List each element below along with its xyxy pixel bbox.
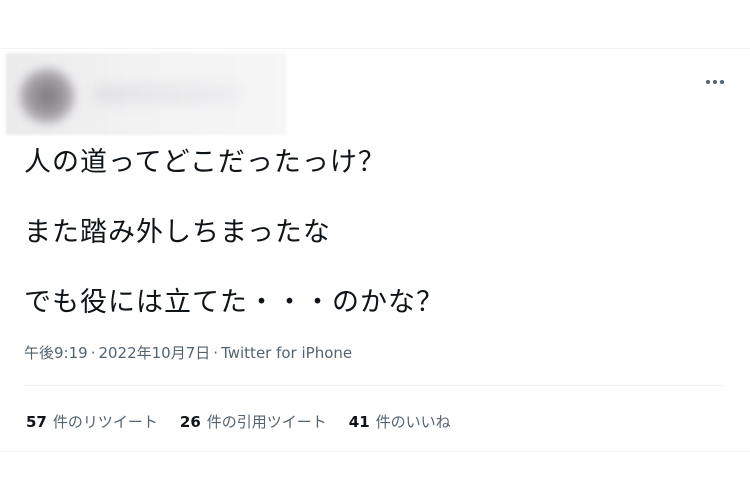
likes-stat[interactable]: 41 件のいいね bbox=[349, 411, 451, 432]
quote-tweets-label: 件の引用ツイート bbox=[206, 413, 327, 431]
tweet-timestamp-link[interactable]: 午後9:19 · 2022年10月7日 bbox=[24, 344, 210, 362]
blurred-avatar bbox=[18, 67, 76, 125]
more-horizontal-icon bbox=[706, 80, 724, 84]
tweet-line: でも役には立てた・・・のかな？ bbox=[24, 287, 444, 318]
divider bbox=[24, 385, 726, 386]
tweet-line: また踏み外しちまったな bbox=[24, 217, 331, 248]
likes-count: 41 bbox=[348, 413, 370, 431]
tweet-source-link[interactable]: Twitter for iPhone bbox=[221, 344, 352, 362]
quote-tweets-stat[interactable]: 26 件の引用ツイート bbox=[180, 411, 327, 432]
tweet-card: 人の道ってどこだったっけ？ また踏み外しちまったな でも役には立てた・・・のかな… bbox=[0, 48, 750, 452]
tweet-date: 2022年10月7日 bbox=[98, 344, 211, 362]
tweet-line: 人の道ってどこだったっけ？ bbox=[24, 147, 386, 178]
more-options-button[interactable] bbox=[700, 67, 730, 97]
separator: · bbox=[90, 344, 96, 362]
retweets-label: 件のリツイート bbox=[52, 413, 158, 431]
retweets-stat[interactable]: 57 件のリツイート bbox=[26, 411, 158, 432]
quote-tweets-count: 26 bbox=[179, 413, 201, 431]
blurred-author-name bbox=[92, 83, 242, 105]
likes-label: 件のいいね bbox=[375, 413, 451, 431]
tweet-time: 午後9:19 bbox=[24, 344, 88, 362]
tweet-stats: 57 件のリツイート 26 件の引用ツイート 41 件のいいね bbox=[26, 411, 473, 432]
tweet-metadata: 午後9:19 · 2022年10月7日 · Twitter for iPhone bbox=[24, 342, 352, 363]
retweets-count: 57 bbox=[26, 413, 47, 431]
separator: · bbox=[213, 344, 219, 362]
